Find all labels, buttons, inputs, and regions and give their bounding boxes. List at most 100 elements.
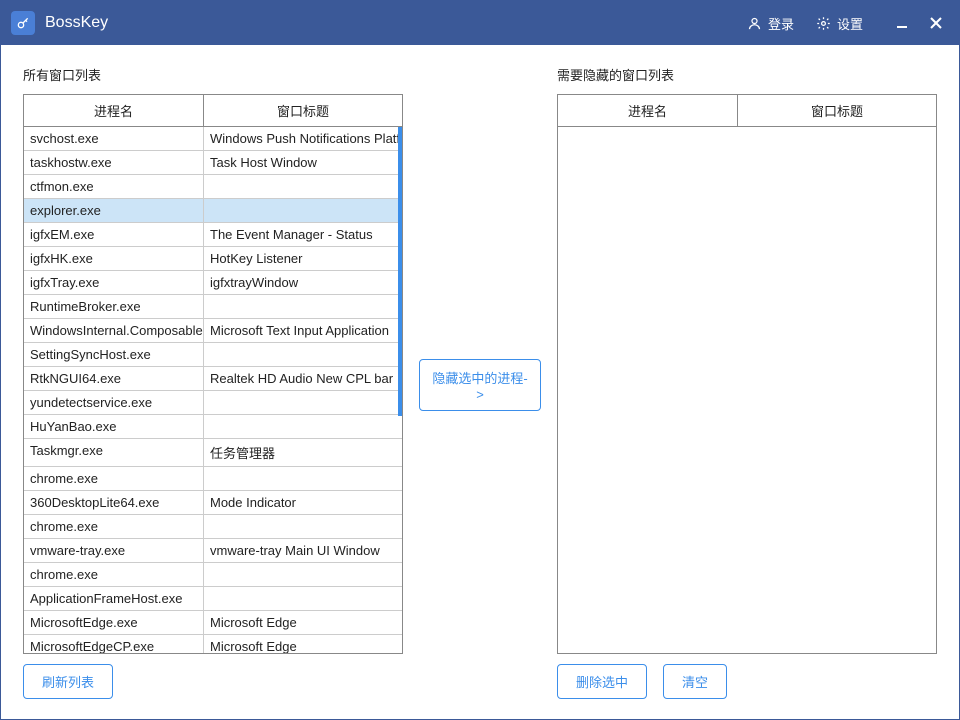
col-title-header: 窗口标题	[738, 95, 936, 126]
title-cell	[204, 199, 402, 222]
delete-selected-button[interactable]: 删除选中	[557, 664, 647, 699]
title-cell: 任务管理器	[204, 439, 402, 466]
table-row[interactable]: RtkNGUI64.exeRealtek HD Audio New CPL ba…	[24, 367, 402, 391]
title-cell: vmware-tray Main UI Window	[204, 539, 402, 562]
hidden-windows-table-body[interactable]	[558, 127, 936, 653]
title-cell: The Event Manager - Status	[204, 223, 402, 246]
gear-icon	[816, 16, 831, 31]
table-row[interactable]: igfxHK.exeHotKey Listener	[24, 247, 402, 271]
table-row[interactable]: taskhostw.exeTask Host Window	[24, 151, 402, 175]
process-cell: 360DesktopLite64.exe	[24, 491, 204, 514]
login-button[interactable]: 登录	[747, 14, 794, 33]
table-row[interactable]: RuntimeBroker.exe	[24, 295, 402, 319]
table-header: 进程名 窗口标题	[558, 95, 936, 127]
middle-column: 隐藏选中的进程->	[403, 65, 557, 705]
process-cell: MicrosoftEdgeCP.exe	[24, 635, 204, 653]
refresh-list-button[interactable]: 刷新列表	[23, 664, 113, 699]
process-cell: chrome.exe	[24, 515, 204, 538]
table-row[interactable]: HuYanBao.exe	[24, 415, 402, 439]
titlebar: BossKey 登录 设置	[1, 1, 959, 45]
table-row[interactable]: 360DesktopLite64.exeMode Indicator	[24, 491, 402, 515]
process-cell: chrome.exe	[24, 563, 204, 586]
process-cell: explorer.exe	[24, 199, 204, 222]
all-windows-table-body[interactable]: svchost.exeWindows Push Notifications Pl…	[24, 127, 402, 653]
title-cell	[204, 515, 402, 538]
title-cell: Mode Indicator	[204, 491, 402, 514]
process-cell: MicrosoftEdge.exe	[24, 611, 204, 634]
app-title: BossKey	[45, 14, 108, 32]
process-cell: yundetectservice.exe	[24, 391, 204, 414]
table-row[interactable]: svchost.exeWindows Push Notifications Pl…	[24, 127, 402, 151]
table-row[interactable]: ctfmon.exe	[24, 175, 402, 199]
title-cell	[204, 343, 402, 366]
col-title-header: 窗口标题	[204, 95, 402, 126]
all-windows-table: 进程名 窗口标题 svchost.exeWindows Push Notific…	[23, 94, 403, 654]
process-cell: chrome.exe	[24, 467, 204, 490]
table-row[interactable]: explorer.exe	[24, 199, 402, 223]
title-cell: igfxtrayWindow	[204, 271, 402, 294]
title-cell: Microsoft Edge	[204, 635, 402, 653]
title-cell: Task Host Window	[204, 151, 402, 174]
table-header: 进程名 窗口标题	[24, 95, 402, 127]
process-cell: igfxEM.exe	[24, 223, 204, 246]
all-windows-panel: 所有窗口列表 进程名 窗口标题 svchost.exeWindows Push …	[23, 65, 403, 705]
process-cell: vmware-tray.exe	[24, 539, 204, 562]
process-cell: HuYanBao.exe	[24, 415, 204, 438]
title-cell	[204, 391, 402, 414]
process-cell: RtkNGUI64.exe	[24, 367, 204, 390]
table-row[interactable]: chrome.exe	[24, 515, 402, 539]
title-cell: Microsoft Text Input Application	[204, 319, 402, 342]
title-cell	[204, 467, 402, 490]
user-icon	[747, 16, 762, 31]
col-process-header: 进程名	[24, 95, 204, 126]
table-row[interactable]: Taskmgr.exe任务管理器	[24, 439, 402, 467]
table-row[interactable]: chrome.exe	[24, 467, 402, 491]
hide-selected-process-button[interactable]: 隐藏选中的进程->	[419, 359, 541, 411]
process-cell: RuntimeBroker.exe	[24, 295, 204, 318]
hidden-windows-label: 需要隐藏的窗口列表	[557, 65, 937, 84]
login-label: 登录	[768, 14, 794, 33]
minimize-button[interactable]	[885, 9, 919, 37]
process-cell: igfxHK.exe	[24, 247, 204, 270]
title-cell: Realtek HD Audio New CPL bar	[204, 367, 402, 390]
window-controls	[885, 9, 953, 37]
table-row[interactable]: vmware-tray.exevmware-tray Main UI Windo…	[24, 539, 402, 563]
title-cell	[204, 175, 402, 198]
title-cell: Microsoft Edge	[204, 611, 402, 634]
title-cell	[204, 415, 402, 438]
table-row[interactable]: SettingSyncHost.exe	[24, 343, 402, 367]
hidden-windows-panel: 需要隐藏的窗口列表 进程名 窗口标题 删除选中 清空	[557, 65, 937, 705]
app-window: BossKey 登录 设置 所有窗口列表	[0, 0, 960, 720]
process-cell: SettingSyncHost.exe	[24, 343, 204, 366]
table-row[interactable]: chrome.exe	[24, 563, 402, 587]
app-logo-icon	[11, 11, 35, 35]
process-cell: WindowsInternal.ComposableShell	[24, 319, 204, 342]
process-cell: ctfmon.exe	[24, 175, 204, 198]
table-row[interactable]: yundetectservice.exe	[24, 391, 402, 415]
col-process-header: 进程名	[558, 95, 738, 126]
process-cell: svchost.exe	[24, 127, 204, 150]
hidden-windows-table: 进程名 窗口标题	[557, 94, 937, 654]
settings-label: 设置	[837, 14, 863, 33]
process-cell: Taskmgr.exe	[24, 439, 204, 466]
title-cell: HotKey Listener	[204, 247, 402, 270]
table-row[interactable]: igfxEM.exeThe Event Manager - Status	[24, 223, 402, 247]
close-button[interactable]	[919, 9, 953, 37]
content-area: 所有窗口列表 进程名 窗口标题 svchost.exeWindows Push …	[1, 45, 959, 719]
table-row[interactable]: ApplicationFrameHost.exe	[24, 587, 402, 611]
table-row[interactable]: MicrosoftEdge.exeMicrosoft Edge	[24, 611, 402, 635]
all-windows-label: 所有窗口列表	[23, 65, 403, 84]
clear-button[interactable]: 清空	[663, 664, 727, 699]
title-cell	[204, 563, 402, 586]
table-row[interactable]: MicrosoftEdgeCP.exeMicrosoft Edge	[24, 635, 402, 653]
title-cell	[204, 587, 402, 610]
process-cell: taskhostw.exe	[24, 151, 204, 174]
process-cell: igfxTray.exe	[24, 271, 204, 294]
title-cell	[204, 295, 402, 318]
scrollbar-thumb[interactable]	[398, 127, 402, 416]
settings-button[interactable]: 设置	[816, 14, 863, 33]
table-row[interactable]: WindowsInternal.ComposableShellMicrosoft…	[24, 319, 402, 343]
table-row[interactable]: igfxTray.exeigfxtrayWindow	[24, 271, 402, 295]
process-cell: ApplicationFrameHost.exe	[24, 587, 204, 610]
title-cell: Windows Push Notifications Platform	[204, 127, 402, 150]
